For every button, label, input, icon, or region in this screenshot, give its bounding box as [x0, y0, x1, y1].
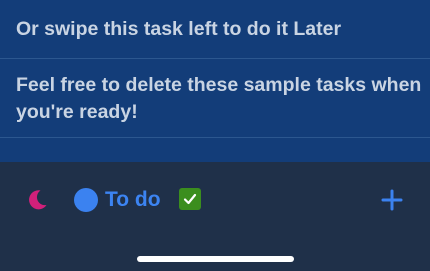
checkbox-checked-icon[interactable] — [179, 188, 201, 210]
home-indicator — [137, 256, 294, 262]
bottom-toolbar: To do — [0, 162, 430, 271]
task-text: Feel free to delete these sample tasks w… — [16, 74, 422, 123]
circle-icon — [74, 188, 98, 212]
divider — [0, 58, 430, 59]
task-item[interactable]: Or swipe this task left to do it Later — [0, 16, 430, 43]
plus-icon[interactable] — [380, 188, 404, 212]
divider — [0, 137, 430, 138]
task-text: Or swipe this task left to do it Later — [16, 18, 342, 40]
task-list: Or swipe this task left to do it Later F… — [0, 0, 430, 162]
todo-list-label: To do — [105, 188, 161, 211]
task-item[interactable]: Feel free to delete these sample tasks w… — [0, 72, 430, 126]
todo-list-button[interactable]: To do — [74, 187, 161, 213]
moon-icon[interactable] — [24, 186, 50, 212]
